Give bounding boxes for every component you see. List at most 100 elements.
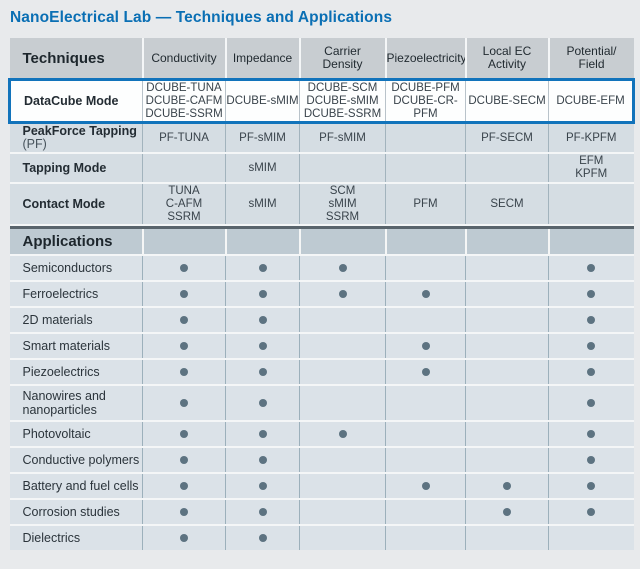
dot-icon (587, 264, 595, 272)
application-row-piezoelectrics: Piezoelectrics (10, 359, 634, 385)
application-label: Piezoelectrics (10, 359, 143, 385)
dot-icon (587, 368, 595, 376)
application-dot-cell (386, 385, 466, 421)
column-header-local-ec-activity: Local EC Activity (466, 38, 549, 80)
application-label: Semiconductors (10, 255, 143, 281)
column-header-techniques: Techniques (10, 38, 143, 80)
application-row-conductive-polymers: Conductive polymers (10, 447, 634, 473)
technique-label-text: Tapping Mode (23, 161, 107, 175)
application-dot-cell (386, 333, 466, 359)
application-dot-cell (386, 447, 466, 473)
application-label: Photovoltaic (10, 421, 143, 447)
application-dot-cell (549, 473, 634, 499)
dot-icon (259, 264, 267, 272)
application-dot-cell (386, 421, 466, 447)
dot-icon (259, 430, 267, 438)
application-dot-cell (549, 447, 634, 473)
technique-cell (466, 153, 549, 183)
application-dot-cell (143, 499, 226, 525)
technique-cell: PF-SECM (466, 123, 549, 154)
application-dot-cell (386, 307, 466, 333)
band-cell (226, 229, 300, 255)
dot-icon (259, 316, 267, 324)
dot-icon (587, 290, 595, 298)
application-dot-cell (143, 359, 226, 385)
technique-cell: DCUBE-PFM DCUBE-CR-PFM (386, 80, 466, 123)
dot-icon (587, 482, 595, 490)
application-dot-cell (300, 473, 386, 499)
technique-row-datacube-mode: DataCube Mode DCUBE-TUNA DCUBE-CAFM DCUB… (10, 80, 634, 123)
application-row-dielectrics: Dielectrics (10, 525, 634, 550)
dot-icon (259, 456, 267, 464)
band-cell (300, 229, 386, 255)
technique-cell: PFM (386, 183, 466, 225)
technique-label-text: Contact Mode (23, 197, 106, 211)
technique-label-text: DataCube Mode (24, 94, 118, 108)
application-dot-cell (143, 421, 226, 447)
application-dot-cell (143, 473, 226, 499)
application-dot-cell (466, 359, 549, 385)
application-dot-cell (386, 525, 466, 550)
application-dot-cell (300, 255, 386, 281)
dot-icon (587, 456, 595, 464)
technique-label-suffix: (PF) (23, 137, 47, 151)
application-row-semiconductors: Semiconductors (10, 255, 634, 281)
application-dot-cell (226, 499, 300, 525)
dot-icon (587, 316, 595, 324)
dot-icon (180, 508, 188, 516)
technique-cell: PF-KPFM (549, 123, 634, 154)
application-row-corrosion-studies: Corrosion studies (10, 499, 634, 525)
technique-cell: PF-TUNA (143, 123, 226, 154)
application-dot-cell (386, 473, 466, 499)
application-dot-cell (143, 255, 226, 281)
dot-icon (339, 264, 347, 272)
dot-icon (587, 399, 595, 407)
technique-label: PeakForce Tapping (PF) (10, 123, 143, 154)
technique-cell: sMIM (226, 153, 300, 183)
band-cell (143, 229, 226, 255)
dot-icon (180, 534, 188, 542)
technique-label-text: PeakForce Tapping (23, 124, 137, 138)
technique-row-tapping-mode: Tapping Mode sMIM EFM KPFM (10, 153, 634, 183)
application-dot-cell (143, 447, 226, 473)
technique-cell: SECM (466, 183, 549, 225)
technique-cell: TUNA C-AFM SSRM (143, 183, 226, 225)
page: NanoElectrical Lab — Techniques and Appl… (0, 0, 640, 569)
dot-icon (587, 430, 595, 438)
application-dot-cell (549, 281, 634, 307)
dot-icon (180, 368, 188, 376)
application-dot-cell (226, 421, 300, 447)
dot-icon (180, 342, 188, 350)
dot-icon (259, 399, 267, 407)
application-dot-cell (549, 359, 634, 385)
application-dot-cell (466, 333, 549, 359)
application-dot-cell (300, 385, 386, 421)
application-row-nanowires-and-nanoparticles: Nanowires and nanoparticles (10, 385, 634, 421)
column-header-piezoelectricity: Piezoelectricity (386, 38, 466, 80)
dot-icon (422, 342, 430, 350)
application-dot-cell (549, 421, 634, 447)
application-dot-cell (226, 385, 300, 421)
application-label: 2D materials (10, 307, 143, 333)
application-dot-cell (300, 307, 386, 333)
technique-label: DataCube Mode (10, 80, 143, 123)
dot-icon (180, 399, 188, 407)
dot-icon (422, 290, 430, 298)
application-dot-cell (226, 307, 300, 333)
applications-header-label: Applications (10, 229, 143, 255)
dot-icon (259, 368, 267, 376)
dot-icon (259, 534, 267, 542)
application-dot-cell (300, 447, 386, 473)
technique-cell: DCUBE-sMIM (226, 80, 300, 123)
technique-row-contact-mode: Contact Mode TUNA C-AFM SSRM sMIM SCM sM… (10, 183, 634, 225)
technique-cell: DCUBE-SCM DCUBE-sMIM DCUBE-SSRM (300, 80, 386, 123)
technique-cell: DCUBE-TUNA DCUBE-CAFM DCUBE-SSRM (143, 80, 226, 123)
application-dot-cell (386, 499, 466, 525)
application-row-smart-materials: Smart materials (10, 333, 634, 359)
technique-cell: EFM KPFM (549, 153, 634, 183)
dot-icon (180, 430, 188, 438)
application-dot-cell (226, 447, 300, 473)
application-dot-cell (226, 473, 300, 499)
dot-icon (259, 342, 267, 350)
application-dot-cell (466, 255, 549, 281)
